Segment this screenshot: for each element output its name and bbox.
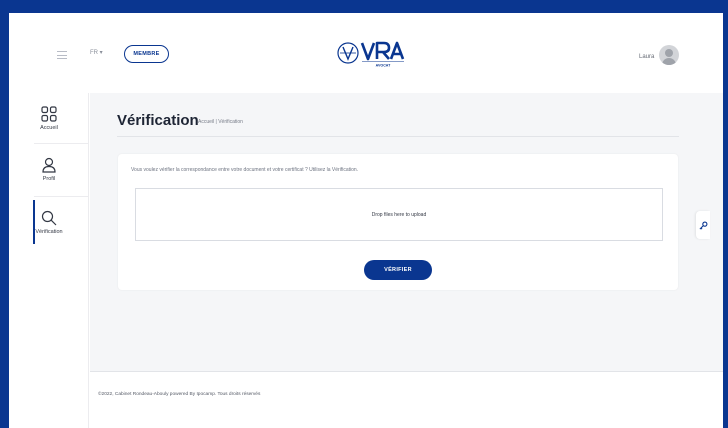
user-icon bbox=[42, 157, 56, 173]
language-selector[interactable]: FR ▾ bbox=[90, 49, 103, 56]
verification-card: Vous voulez vérifier la correspondance e… bbox=[118, 154, 678, 290]
sidebar-item-label: Accueil bbox=[40, 124, 58, 131]
sidebar-item-verification[interactable]: Vérification bbox=[9, 199, 89, 245]
app-window: FR ▾ MEMBRE AVOCAT Laura Accueil Profil … bbox=[9, 13, 723, 428]
breadcrumb-current: Vérification bbox=[218, 119, 243, 125]
side-panel-toggle[interactable] bbox=[696, 211, 710, 239]
sidebar-item-label: Profil bbox=[42, 175, 56, 182]
verify-button[interactable]: VÉRIFIER bbox=[364, 260, 432, 280]
crest-icon bbox=[337, 42, 359, 64]
file-dropzone[interactable]: Drop files here to upload bbox=[135, 188, 663, 241]
sidebar-item-accueil[interactable]: Accueil bbox=[9, 95, 89, 141]
logo-tagline: AVOCAT bbox=[376, 64, 391, 68]
sidebar-item-profil[interactable]: Profil bbox=[9, 146, 89, 192]
sidebar-divider bbox=[34, 196, 89, 197]
footer: ©2022, Cabinet Rondeau-Abouly powered By… bbox=[90, 372, 723, 428]
key-icon bbox=[699, 221, 707, 229]
dropzone-label: Drop files here to upload bbox=[371, 211, 427, 218]
logo: AVOCAT bbox=[337, 41, 405, 68]
breadcrumb-separator: | bbox=[215, 119, 217, 125]
sidebar-divider bbox=[34, 143, 89, 144]
avatar[interactable] bbox=[659, 45, 679, 65]
sidebar-item-label: Vérification bbox=[35, 228, 63, 235]
top-header: FR ▾ MEMBRE AVOCAT Laura bbox=[9, 13, 723, 93]
page-title: Vérification bbox=[117, 112, 199, 129]
sidebar: Accueil Profil Vérification bbox=[9, 93, 89, 428]
logo-wordmark bbox=[360, 41, 405, 62]
title-divider bbox=[117, 136, 679, 137]
chevron-down-icon: ▾ bbox=[99, 50, 103, 56]
search-icon bbox=[41, 210, 57, 225]
role-button[interactable]: MEMBRE bbox=[124, 45, 169, 63]
grid-icon bbox=[41, 105, 57, 122]
card-description: Vous voulez vérifier la correspondance e… bbox=[131, 167, 359, 173]
language-label: FR bbox=[90, 50, 98, 56]
breadcrumb-home[interactable]: Accueil bbox=[198, 119, 214, 125]
user-name: Laura bbox=[639, 54, 655, 60]
main-content: Vérification Accueil | Vérification Vous… bbox=[90, 93, 723, 428]
breadcrumb: Accueil | Vérification bbox=[198, 119, 243, 125]
footer-copyright: ©2022, Cabinet Rondeau-Abouly powered By… bbox=[98, 392, 261, 397]
menu-icon[interactable] bbox=[57, 51, 67, 59]
